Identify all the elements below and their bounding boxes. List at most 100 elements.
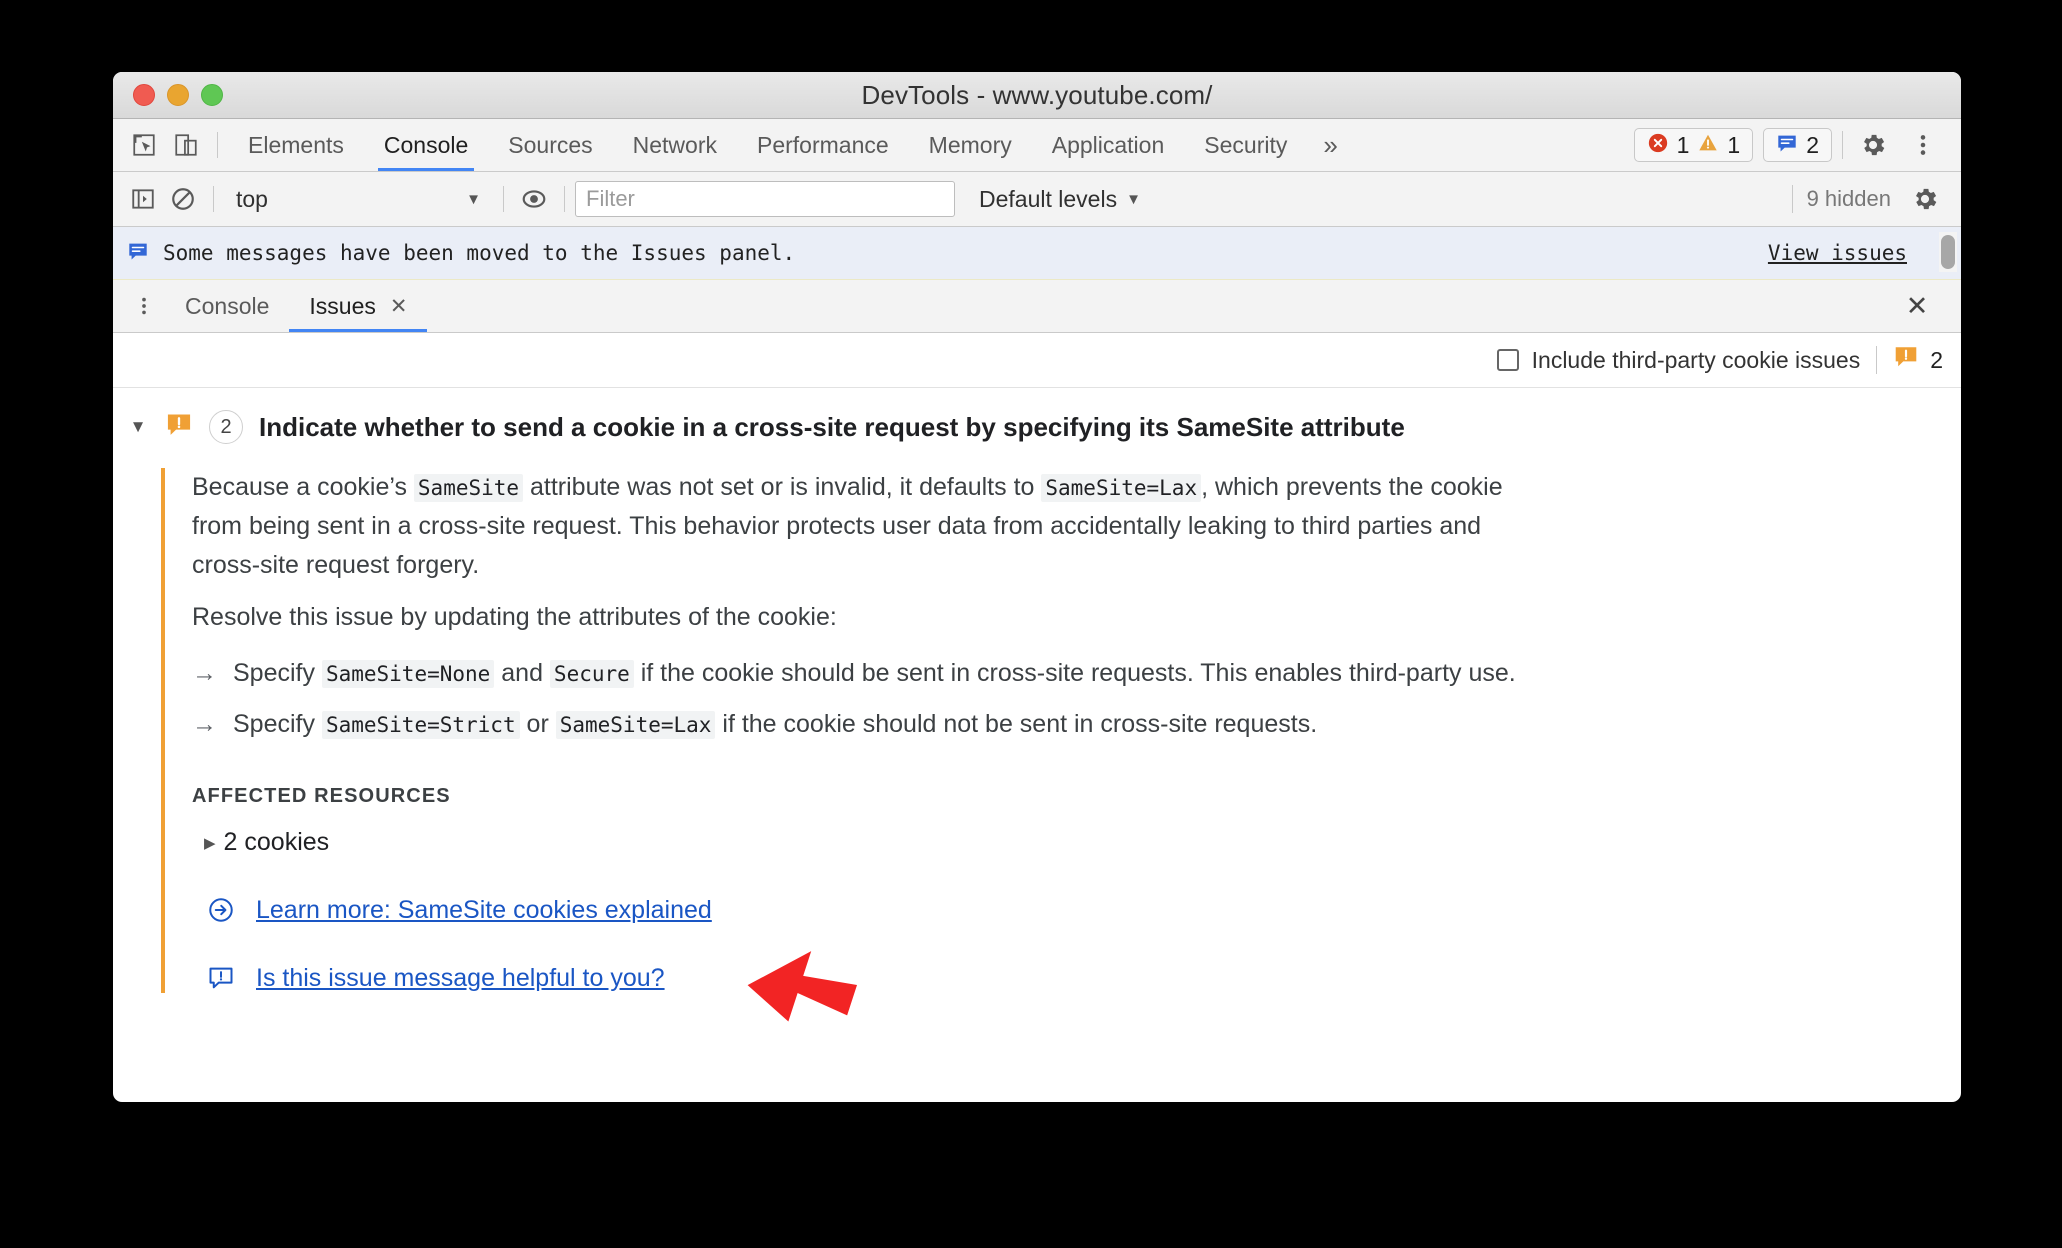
window-traffic-lights <box>133 84 223 106</box>
device-toolbar-icon[interactable] <box>165 124 207 166</box>
resolution-bullet-2: → Specify SameSite=Strict or SameSite=La… <box>192 710 1961 739</box>
clear-console-icon[interactable] <box>163 179 203 219</box>
drawer-more-options-icon[interactable] <box>123 295 165 317</box>
resolution-bullet-1: → Specify SameSite=None and Secure if th… <box>192 659 1961 688</box>
bullet1-c: if the cookie should be sent in cross-si… <box>633 659 1516 687</box>
log-levels-value: Default levels <box>979 185 1118 212</box>
checkbox-box[interactable] <box>1496 349 1519 371</box>
inspect-element-icon[interactable] <box>123 124 165 166</box>
console-sidebar-toggle-icon[interactable] <box>123 179 163 219</box>
warning-icon <box>1697 132 1719 159</box>
screenshot-stage: DevTools - www.youtube.com/ Elements Con… <box>0 0 2062 1248</box>
bullet-2-text: Specify SameSite=Strict or SameSite=Lax … <box>233 710 1317 739</box>
tab-sources[interactable]: Sources <box>488 119 612 171</box>
filterbar-divider-4 <box>1791 185 1793 213</box>
tabbar-right-controls: 1 1 2 <box>1633 125 1951 165</box>
feedback-link[interactable]: Is this issue message helpful to you? <box>256 964 665 993</box>
drawer-tab-console-label: Console <box>185 292 270 319</box>
arrow-right-icon: → <box>192 710 217 738</box>
bullet1-a: Specify <box>233 659 322 687</box>
learn-more-row: Learn more: SameSite cookies explained <box>206 895 1961 925</box>
tabbar-right-divider <box>1842 131 1843 159</box>
window-titlebar: DevTools - www.youtube.com/ <box>113 72 1961 119</box>
bullet2-b: or <box>519 710 556 738</box>
bullet1-b: and <box>494 659 550 687</box>
execution-context-selector[interactable]: top ▼ <box>224 186 493 213</box>
close-window-button[interactable] <box>133 84 155 106</box>
feedback-message-icon <box>206 963 236 993</box>
issue-message-icon <box>1776 132 1798 159</box>
filterbar-divider-1 <box>213 186 214 212</box>
expand-collapse-caret-icon[interactable]: ▼ <box>127 417 149 437</box>
arrow-right-icon: → <box>192 659 217 687</box>
drawer-tab-issues[interactable]: Issues ✕ <box>289 280 428 332</box>
code-samesite-lax-2: SameSite=Lax <box>555 711 716 739</box>
error-icon <box>1647 132 1669 159</box>
window-title: DevTools - www.youtube.com/ <box>861 79 1213 110</box>
tab-console[interactable]: Console <box>364 119 488 171</box>
code-secure: Secure <box>549 660 634 688</box>
issue-message-icon <box>127 240 149 267</box>
bullet2-a: Specify <box>233 710 322 738</box>
drawer-tab-console[interactable]: Console <box>165 280 289 332</box>
expand-caret-icon[interactable]: ▶ <box>204 834 216 852</box>
tab-network[interactable]: Network <box>613 119 737 171</box>
view-issues-link[interactable]: View issues <box>1768 241 1907 265</box>
code-samesite: SameSite <box>413 474 524 502</box>
console-scrollbar-thumb[interactable] <box>1941 235 1955 269</box>
drawer-tabbar: Console Issues ✕ ✕ <box>113 280 1961 333</box>
affected-resource-label: 2 cookies <box>223 828 330 856</box>
more-tabs-icon[interactable]: » <box>1307 119 1353 171</box>
checkbox-label: Include third-party cookie issues <box>1531 346 1861 373</box>
include-third-party-cookie-issues-checkbox[interactable]: Include third-party cookie issues <box>1496 346 1861 374</box>
affected-resources-heading: AFFECTED RESOURCES <box>192 785 451 807</box>
desc-text-a: Because a cookie’s <box>192 473 414 501</box>
more-options-icon[interactable] <box>1903 125 1943 165</box>
issue-title: Indicate whether to send a cookie in a c… <box>259 411 1405 442</box>
filterbar-divider-3 <box>564 186 565 212</box>
console-settings-gear-icon[interactable] <box>1905 179 1945 219</box>
issue-description-paragraph: Because a cookie’s SameSite attribute wa… <box>192 468 1532 584</box>
tab-security[interactable]: Security <box>1184 119 1307 171</box>
issue-occurrence-count: 2 <box>209 410 243 444</box>
issues-count-badge: 2 <box>1893 344 1943 376</box>
warning-count: 1 <box>1727 131 1741 158</box>
code-samesite-lax: SameSite=Lax <box>1041 474 1202 502</box>
close-drawer-icon[interactable]: ✕ <box>1893 291 1951 322</box>
filterbar-right-controls: 9 hidden <box>1791 179 1951 219</box>
filter-input[interactable] <box>575 181 955 217</box>
code-samesite-strict: SameSite=Strict <box>321 711 520 739</box>
desc-text-b: attribute was not set or is invalid, it … <box>523 473 1042 501</box>
affected-resource-cookies[interactable]: ▶ 2 cookies <box>204 828 1961 857</box>
issue-header-row[interactable]: ▼ 2 Indicate whether to send a cookie in… <box>113 388 1961 454</box>
tab-elements[interactable]: Elements <box>228 119 364 171</box>
devtools-window: DevTools - www.youtube.com/ Elements Con… <box>113 72 1961 1102</box>
issues-badge[interactable]: 2 <box>1763 128 1832 162</box>
live-expression-eye-icon[interactable] <box>514 179 554 219</box>
issues-toolbar-divider <box>1876 346 1878 374</box>
console-info-message: Some messages have been moved to the Iss… <box>113 227 1961 280</box>
close-icon[interactable]: ✕ <box>390 294 408 319</box>
error-warning-badges[interactable]: 1 1 <box>1633 128 1754 162</box>
chevron-down-icon: ▼ <box>1126 190 1141 208</box>
hidden-messages-count: 9 hidden <box>1806 186 1891 211</box>
issue-details: Because a cookie’s SameSite attribute wa… <box>161 468 1961 993</box>
tab-application[interactable]: Application <box>1032 119 1185 171</box>
settings-gear-icon[interactable] <box>1853 125 1893 165</box>
tab-performance[interactable]: Performance <box>737 119 909 171</box>
console-message-text: Some messages have been moved to the Iss… <box>163 241 796 265</box>
learn-more-link[interactable]: Learn more: SameSite cookies explained <box>256 896 712 925</box>
maximize-window-button[interactable] <box>201 84 223 106</box>
issue-warning-icon <box>165 411 193 444</box>
tabbar-divider <box>217 132 218 158</box>
tab-memory[interactable]: Memory <box>909 119 1032 171</box>
issue-accent-bar <box>161 468 165 993</box>
issues-count-value: 2 <box>1930 346 1943 373</box>
minimize-window-button[interactable] <box>167 84 189 106</box>
execution-context-value: top <box>236 185 268 212</box>
log-levels-selector[interactable]: Default levels ▼ <box>979 186 1141 213</box>
feedback-row: Is this issue message helpful to you? <box>206 963 1961 993</box>
issue-count: 2 <box>1806 131 1819 158</box>
drawer-tab-issues-label: Issues <box>309 292 376 319</box>
console-filter-toolbar: top ▼ Default levels ▼ 9 hidden <box>113 172 1961 227</box>
